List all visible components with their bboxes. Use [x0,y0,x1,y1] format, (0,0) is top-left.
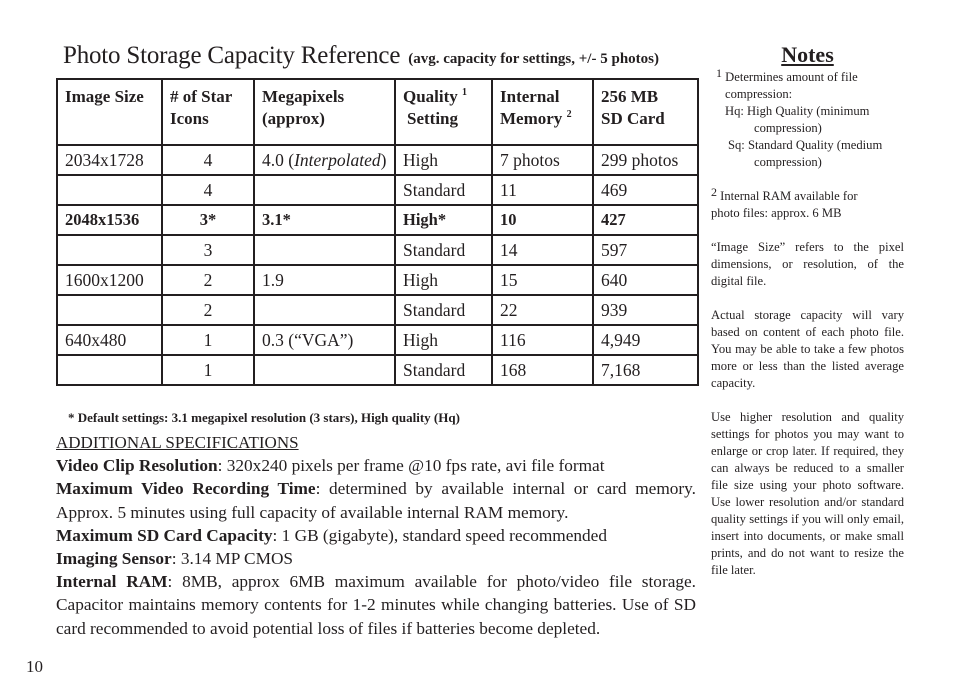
cell-sd: 299 photos [592,144,699,176]
note-2: 2 Internal RAM available for [711,185,858,203]
cell-image-size [56,294,163,326]
spec-item: Maximum SD Card Capacity: 1 GB (gigabyte… [56,525,607,545]
note-actual-capacity: Actual storage capacity will vary based … [711,308,904,390]
spec-item: Imaging Sensor: 3.14 MP CMOS [56,549,294,569]
page-number: 10 [26,657,43,676]
table-row: 1600x1200 2 1.9 High 15 640 [56,264,699,296]
cell-internal: 22 [491,294,594,326]
cell-stars: 2 [161,264,255,296]
cell-quality: Standard [394,174,493,206]
cell-stars: 1 [161,354,255,386]
cell-quality: Standard [394,234,493,266]
title-subtitle: (avg. capacity for settings, +/- 5 photo… [408,51,659,67]
cell-image-size [56,354,163,386]
cell-megapixels: 0.3 (“VGA”) [253,324,396,356]
cell-sd: 4,949 [592,324,699,356]
cell-sd: 469 [592,174,699,206]
cell-quality: Standard [394,354,493,386]
cell-quality: High [394,324,493,356]
cell-image-size [56,174,163,206]
page-title: Photo Storage Capacity Reference (avg. c… [63,42,659,70]
cell-image-size: 640x480 [56,324,163,356]
spec-item: Maximum Video Recording Time: determined… [56,479,696,522]
cell-megapixels [253,234,396,266]
note-1-sq: Sq: Standard Quality (medium [728,138,883,152]
note-1: 1 Determines amount of file [716,66,858,84]
cell-image-size: 1600x1200 [56,264,163,296]
cell-internal: 15 [491,264,594,296]
cell-internal: 11 [491,174,594,206]
cell-megapixels: 1.9 [253,264,396,296]
cell-sd: 7,168 [592,354,699,386]
cell-sd: 939 [592,294,699,326]
cell-megapixels [253,294,396,326]
cell-stars: 4 [161,174,255,206]
cell-stars: 4 [161,144,255,176]
cell-sd: 640 [592,264,699,296]
cell-internal: 10 [491,204,594,236]
column-header: Internal Memory 2 [491,78,594,146]
cell-internal: 168 [491,354,594,386]
cell-image-size: 2048x1536 [56,204,163,236]
note-use-higher-resolution: Use higher resolution and quality settin… [711,410,904,577]
cell-sd: 427 [592,204,699,236]
cell-quality: High* [394,204,493,236]
table-row: 2048x1536 3* 3.1* High* 10 427 [56,204,699,236]
table-row: 2 Standard 22 939 [56,294,699,326]
table-row: 4 Standard 11 469 [56,174,699,206]
column-header: Quality 1 Setting [394,78,493,146]
spec-item: Internal RAM: 8MB, approx 6MB maximum av… [56,572,697,638]
column-header: # of Star Icons [161,78,255,146]
table-header-row: Image Size # of Star Icons Megapixels (appro… [56,78,699,146]
table-row: 640x480 1 0.3 (“VGA”) High 116 4,949 [56,324,699,356]
spec-item: Video Clip Resolution: 320x240 pixels pe… [56,456,605,476]
cell-megapixels [253,174,396,206]
cell-stars: 3* [161,204,255,236]
cell-quality: High [394,264,493,296]
additional-specifications: ADDITIONAL SPECIFICATIONS Video Clip Res… [56,431,696,640]
cell-quality: Standard [394,294,493,326]
cell-internal: 14 [491,234,594,266]
cell-sd: 597 [592,234,699,266]
storage-capacity-table: Image Size # of Star Icons Megapixels (appro… [56,78,699,386]
column-header: Megapixels (approx) [253,78,396,146]
cell-image-size: 2034x1728 [56,144,163,176]
cell-megapixels [253,354,396,386]
table-row: 1 Standard 168 7,168 [56,354,699,386]
column-header: 256 MB SD Card [592,78,699,146]
cell-stars: 3 [161,234,255,266]
title-main: Photo Storage Capacity Reference [63,42,401,69]
cell-quality: High [394,144,493,176]
cell-image-size [56,234,163,266]
note-image-size: “Image Size” refers to the pixel dimensi… [711,240,904,288]
table-footnote: * Default settings: 3.1 megapixel resolu… [68,410,460,425]
table-row: 2034x1728 4 4.0 (Interpolated) High 7 photos… [56,144,699,176]
cell-megapixels: 4.0 (Interpolated) [253,144,396,176]
notes-heading: Notes [781,42,834,67]
column-header: Image Size [56,78,163,146]
note-1-hq: Hq: High Quality (minimum [725,104,870,118]
cell-internal: 116 [491,324,594,356]
table-body: 2034x1728 4 4.0 (Interpolated) High 7 photos… [56,144,699,386]
cell-stars: 2 [161,294,255,326]
cell-internal: 7 photos [491,144,594,176]
cell-megapixels: 3.1* [253,204,396,236]
specs-heading: ADDITIONAL SPECIFICATIONS [56,433,299,452]
notes-sidebar: Notes 1 Determines amount of file compre… [711,42,904,577]
cell-stars: 1 [161,324,255,356]
table-row: 3 Standard 14 597 [56,234,699,266]
